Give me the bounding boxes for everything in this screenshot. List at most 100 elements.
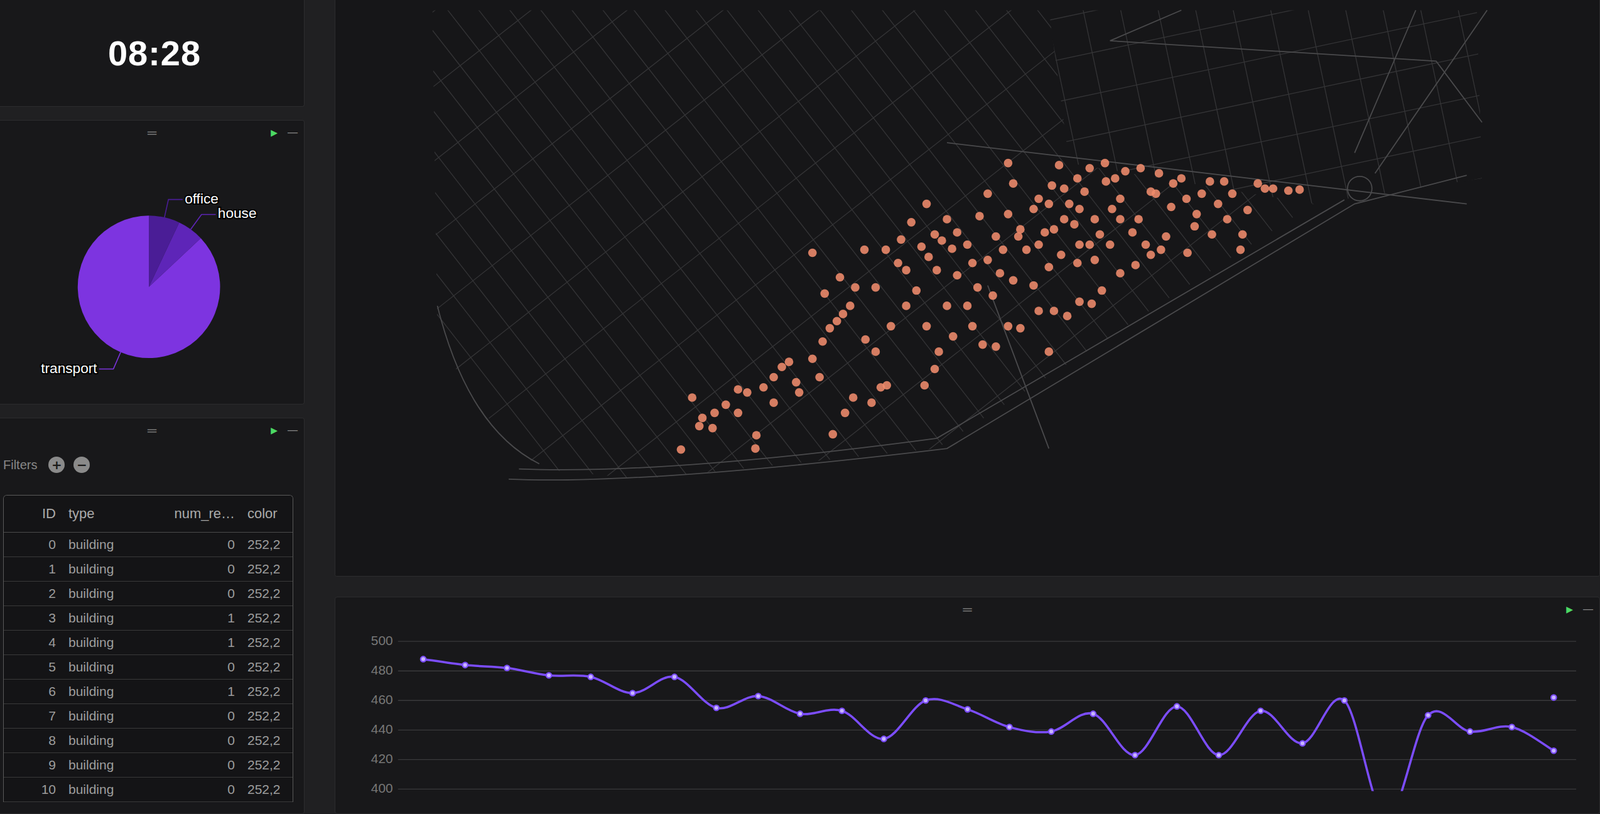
color-cell: 252,2 [241,703,293,728]
y-tick: 440 [371,721,1577,736]
drag-handle-icon[interactable]: ═ [147,423,157,437]
pie-slice[interactable] [77,215,221,358]
color-cell: 252,2 [241,727,293,753]
minimize-button[interactable]: — [1583,603,1594,615]
map-point [1004,322,1013,331]
chart-point[interactable] [629,690,635,696]
column-header[interactable]: ID [3,495,63,532]
map-point [1151,189,1161,199]
chart-point[interactable] [671,673,677,679]
chart-point[interactable] [462,662,468,668]
column-header[interactable]: color [241,495,293,532]
minimize-button[interactable]: — [287,126,298,139]
map-point [1075,240,1084,250]
map-point [769,372,779,382]
map-point [968,258,978,268]
remove-filter-button[interactable]: − [73,456,90,473]
play-button[interactable]: ▶ [1566,604,1573,615]
clock-panel: 08:28 [0,0,305,107]
chart-point[interactable] [839,708,845,714]
filters-label: Filters [3,457,38,473]
table-row[interactable]: 4building1252,2 [3,629,293,655]
table-row[interactable]: 7building0252,2 [3,703,293,728]
map-point [1059,183,1069,193]
chart-point[interactable] [965,706,971,712]
chart-point[interactable] [1551,747,1557,753]
id-cell: 3 [3,605,63,630]
table-row[interactable]: 0building0252,2 [3,531,293,557]
map-canvas[interactable] [335,0,1600,576]
chart-point[interactable] [420,656,426,662]
map-point [1192,209,1202,219]
map-point [930,364,940,374]
map-point [1044,347,1054,357]
map-point [901,265,911,275]
map-point [948,332,958,341]
color-cell: 252,2 [241,654,293,679]
map-point [871,283,881,292]
play-button[interactable]: ▶ [270,425,278,436]
chart-point[interactable] [881,735,887,741]
chart-point[interactable] [923,697,929,703]
chart-point[interactable] [1257,708,1263,714]
map-point [1054,160,1064,170]
chart-point[interactable] [546,672,552,678]
map-point [794,388,804,397]
table-row[interactable]: 2building0252,2 [3,580,293,606]
column-header[interactable]: num_re… [143,495,242,532]
map-point [947,244,957,254]
map-point [1029,281,1038,291]
drag-handle-icon[interactable]: ═ [147,126,157,139]
table-row[interactable]: 8building0252,2 [3,727,293,753]
y-tick-label: 480 [371,662,394,677]
chart-point[interactable] [1425,712,1431,718]
map-point [825,324,835,333]
chart-point[interactable] [1216,752,1222,758]
num-residents-cell: 0 [143,727,242,753]
map-point [1016,324,1025,333]
map-point [1207,229,1217,239]
chart-point[interactable] [1341,697,1347,703]
table-row[interactable]: 9building0252,2 [3,752,293,777]
map-point [1090,255,1100,265]
id-cell: 9 [3,752,63,777]
map-point [998,245,1008,255]
agents-layer [676,158,1305,455]
chart-point[interactable] [1132,752,1138,758]
table-row[interactable]: 10building0252,2 [3,776,293,802]
map-point [1205,177,1215,186]
chart-point[interactable] [755,693,761,699]
chart-point[interactable] [797,710,803,716]
chart-point[interactable] [1174,703,1180,709]
table-row[interactable]: 3building1252,2 [3,605,293,630]
play-button[interactable]: ▶ [270,127,278,138]
chart-point[interactable] [504,664,510,671]
type-cell: building [62,629,144,655]
map-point [1034,306,1044,316]
chart-point[interactable] [1090,710,1096,716]
map-point [734,384,743,394]
drag-handle-icon[interactable]: ═ [962,602,972,616]
table-row[interactable]: 6building1252,2 [3,678,293,704]
minimize-button[interactable]: — [287,424,298,436]
id-cell: 0 [3,531,63,557]
chart-point[interactable] [713,705,719,711]
map-point [1095,229,1105,239]
table-row[interactable]: 5building0252,2 [3,654,293,679]
chart-point[interactable] [1508,724,1514,730]
color-cell: 252,2 [241,605,293,630]
chart-point[interactable] [1048,728,1054,734]
map-point [934,347,944,357]
table-row[interactable]: 1building0252,2 [3,556,293,581]
map-point [695,421,704,431]
chart-highlight-point[interactable] [1551,694,1557,700]
column-header[interactable]: type [62,495,144,532]
chart-panel-header: ═ ▶ — [335,597,1600,622]
map-point [983,255,993,265]
chart-point[interactable] [1467,728,1473,734]
chart-point[interactable] [588,673,594,679]
chart-point[interactable] [1006,724,1012,730]
chart-point[interactable] [1299,740,1305,746]
map-point [991,232,1001,242]
add-filter-button[interactable]: + [48,456,65,473]
